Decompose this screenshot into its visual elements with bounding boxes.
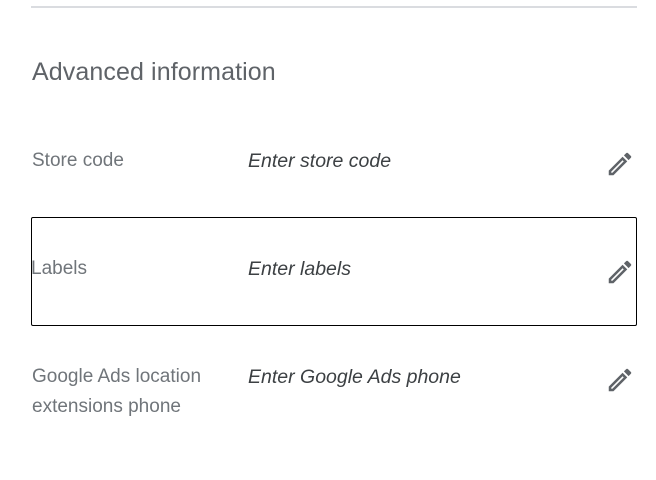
pencil-icon	[605, 365, 635, 395]
section-divider	[31, 6, 637, 8]
store-code-value[interactable]: Enter store code	[248, 146, 391, 176]
google-ads-phone-label: Google Ads location extensions phone	[32, 366, 202, 417]
google-ads-phone-row[interactable]: Google Ads location extensions phone Ent…	[31, 361, 637, 461]
edit-google-ads-phone-button[interactable]	[603, 363, 637, 397]
pencil-icon	[605, 149, 635, 179]
section-title: Advanced information	[32, 58, 276, 86]
store-code-row[interactable]: Store code Enter store code	[31, 145, 637, 225]
labels-value[interactable]: Enter labels	[248, 254, 351, 284]
edit-store-code-button[interactable]	[603, 147, 637, 181]
google-ads-phone-value[interactable]: Enter Google Ads phone	[248, 362, 461, 392]
pencil-icon	[605, 257, 635, 287]
store-code-label: Store code	[32, 150, 124, 171]
advanced-information-panel: Advanced information Store code Enter st…	[0, 0, 656, 480]
labels-row[interactable]: Labels Enter labels	[31, 217, 637, 326]
edit-labels-button[interactable]	[603, 255, 637, 289]
labels-label: Labels	[31, 258, 87, 279]
